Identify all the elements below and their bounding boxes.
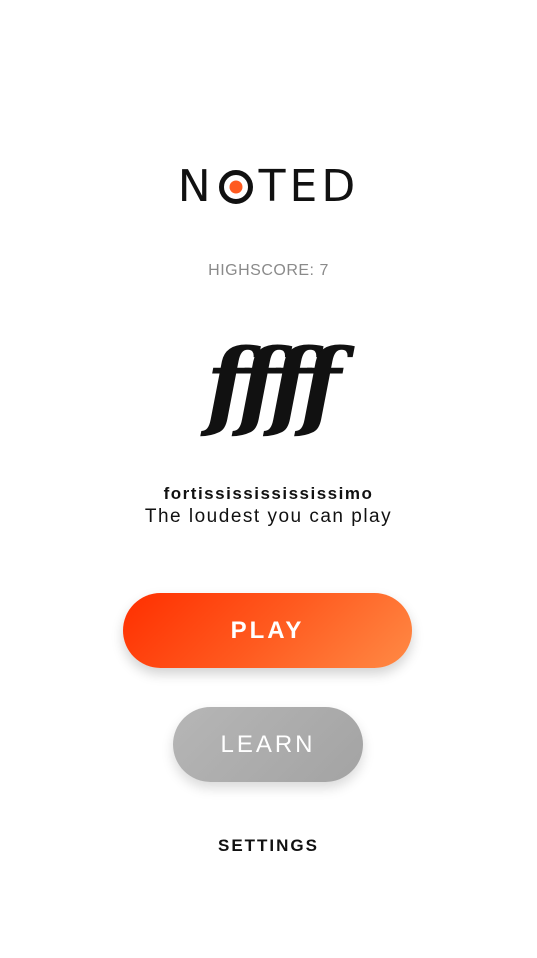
logo-record-dot <box>229 180 243 194</box>
dynamic-marking-symbol: ffff <box>205 328 341 441</box>
learn-button[interactable]: LEARN <box>173 707 363 782</box>
play-button-label: PLAY <box>230 616 305 644</box>
app-logo: N TED <box>0 163 537 211</box>
logo-letter-n: N <box>177 161 215 212</box>
settings-button[interactable]: SETTINGS <box>0 836 537 856</box>
dynamic-term: fortissississississimo <box>163 484 374 503</box>
logo-record-icon <box>218 170 253 204</box>
learn-button-label: LEARN <box>220 730 316 758</box>
highscore-label: HIGHSCORE: 7 <box>208 262 329 279</box>
play-button[interactable]: PLAY <box>123 593 412 668</box>
logo-letters-ted: TED <box>258 161 360 212</box>
dynamic-definition: The loudest you can play <box>144 506 393 527</box>
